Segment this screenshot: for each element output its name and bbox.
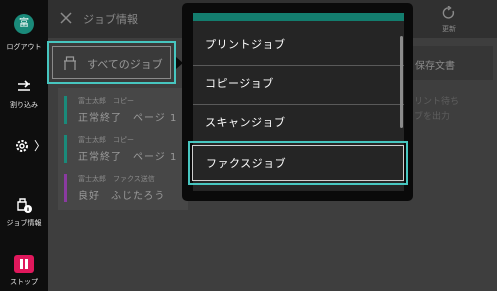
stop-button[interactable]: ストップ	[0, 253, 48, 289]
job-row[interactable]: 富士太郎 コピー 正常終了 ページ 1	[58, 88, 188, 132]
job-meta: 富士太郎 コピー	[78, 136, 134, 144]
job-info-label: ジョブ情報	[6, 219, 42, 227]
job-info-icon	[17, 198, 32, 213]
job-status: 良好 ふじたろう	[78, 191, 166, 202]
job-type-bar	[64, 135, 67, 163]
menu-item-fax-label: ファクスジョブ	[206, 157, 287, 170]
interrupt-button[interactable]: 割り込み	[0, 74, 48, 114]
refresh-label: 更新	[442, 25, 456, 33]
user-avatar: 富	[14, 14, 34, 34]
printer-icon	[64, 56, 76, 70]
job-status: 正常終了 ページ 1	[78, 113, 178, 124]
refresh-icon	[442, 6, 455, 19]
logout-button[interactable]: 富 ログアウト	[0, 8, 48, 54]
chevron-right-icon: 〉	[34, 139, 47, 153]
interrupt-label: 割り込み	[10, 101, 38, 109]
stop-label: ストップ	[10, 278, 38, 286]
print-wait-text-1: リント待ち	[414, 97, 460, 107]
print-wait-text-2: ブを出力	[414, 112, 451, 122]
job-row[interactable]: 富士太郎 ファクス送信 良好 ふじたろう	[58, 166, 188, 210]
job-meta: 富士太郎 ファクス送信	[78, 175, 155, 183]
menu-item-copy-jobs[interactable]: コピージョブ	[193, 65, 404, 103]
job-status: 正常終了 ページ 1	[78, 152, 178, 163]
menu-item-print-jobs[interactable]: プリントジョブ	[193, 26, 404, 64]
dropdown-accent-bar	[193, 13, 404, 21]
page-title: ジョブ情報	[83, 13, 138, 26]
job-info-button[interactable]: ジョブ情報	[0, 194, 48, 230]
job-type-bar	[64, 174, 67, 202]
stored-documents-button[interactable]: 保存文書	[413, 46, 493, 80]
filter-label: すべてのジョブ	[87, 58, 163, 71]
interrupt-icon	[18, 80, 30, 91]
all-jobs-filter-button[interactable]: すべてのジョブ	[47, 41, 176, 84]
menu-item-scan-jobs[interactable]: スキャンジョブ	[193, 104, 404, 142]
stored-documents-label: 保存文書	[415, 61, 455, 72]
gear-icon	[16, 140, 28, 152]
job-meta: 富士太郎 コピー	[78, 97, 134, 105]
logout-label: ログアウト	[6, 43, 42, 51]
dropdown-scrollbar[interactable]	[400, 36, 403, 128]
menu-item-fax-jobs[interactable]: ファクスジョブ	[188, 141, 408, 185]
stop-icon	[14, 255, 34, 273]
job-type-bar	[64, 96, 67, 124]
refresh-button[interactable]: 更新	[430, 4, 470, 36]
settings-button[interactable]: 〉	[0, 133, 48, 159]
close-icon[interactable]	[58, 10, 74, 26]
job-row[interactable]: 富士太郎 コピー 正常終了 ページ 1	[58, 127, 188, 171]
